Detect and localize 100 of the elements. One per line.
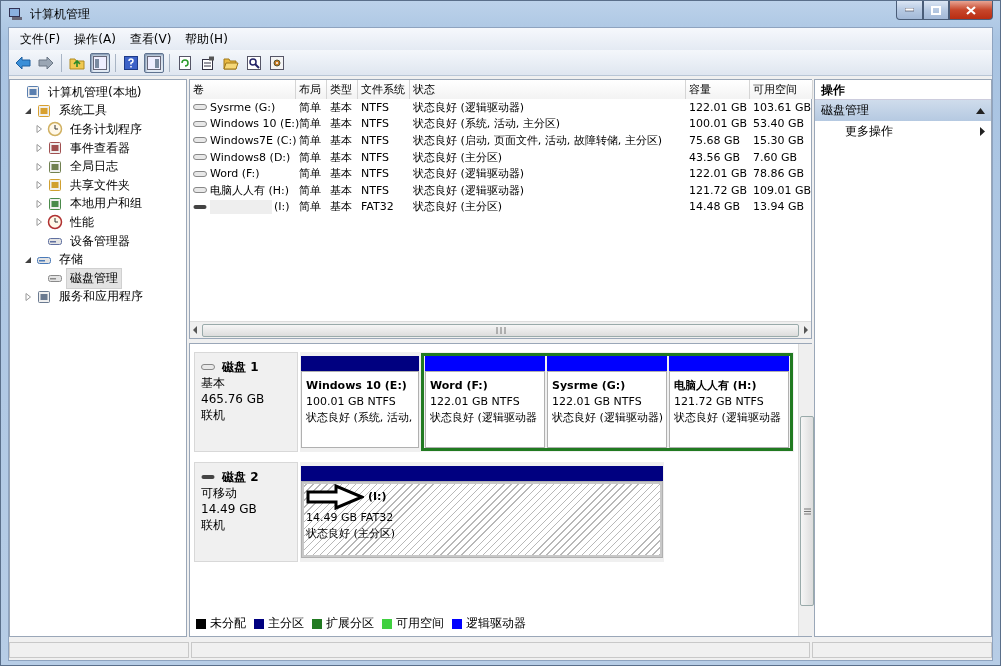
tree-item[interactable]: 服务和应用程序 <box>55 286 147 308</box>
partition-status: 状态良好 (逻辑驱动器) <box>552 410 664 426</box>
table-cell-text: NTFS <box>360 183 391 197</box>
column-header[interactable]: 容量 <box>686 80 750 99</box>
menu-item[interactable]: 操作(A) <box>67 28 123 50</box>
partition-size: 121.72 GB NTFS <box>674 394 764 410</box>
tree-item[interactable]: 磁盘管理 <box>66 267 122 289</box>
action-item[interactable]: 更多操作 <box>815 121 991 141</box>
table-cell: Windows7E (C:) <box>190 134 297 147</box>
table-cell-text: 43.56 GB <box>688 150 742 164</box>
table-cell-text: 15.30 GB <box>752 134 806 147</box>
folder-up-icon <box>69 55 85 70</box>
tree-item[interactable]: 计算机管理(本地) <box>44 81 146 103</box>
scroll-left-icon[interactable] <box>192 326 198 334</box>
action-pane-icon <box>147 55 161 70</box>
window-title: 计算机管理 <box>30 5 90 23</box>
action-section-header[interactable]: 磁盘管理 <box>815 100 991 121</box>
table-cell-text: NTFS <box>360 167 391 181</box>
table-cell-text: 状态良好 (逻辑驱动器) <box>412 182 526 198</box>
back-arrow-icon <box>15 55 31 70</box>
partition-title: 电脑人人有 (H:) <box>674 378 757 394</box>
table-cell-text: 121.72 GB <box>688 183 749 197</box>
table-cell-text: 简单 <box>298 199 322 215</box>
table-cell-text: 103.61 GB <box>752 100 813 114</box>
legend-label: 主分区 <box>268 615 304 632</box>
maximize-icon <box>931 5 941 15</box>
partition-size: 122.01 GB NTFS <box>430 394 520 410</box>
partition-title: Windows 10 (E:) <box>306 378 407 394</box>
disk-name: 磁盘 2 <box>222 469 259 485</box>
disk-type: 基本 <box>201 375 226 391</box>
partition-block[interactable]: (I:) 14.49 GB FAT32 状态良好 (主分区) <box>301 481 663 558</box>
partition-block[interactable]: Word (F:) 122.01 GB NTFS 状态良好 (逻辑驱动器 <box>425 371 545 448</box>
menu-item[interactable]: 文件(F) <box>13 28 68 50</box>
menu-item[interactable]: 帮助(H) <box>178 28 235 50</box>
table-cell-text: 基本 <box>329 116 353 132</box>
table-cell: Sysrme (G:) <box>190 100 276 114</box>
legend-label: 未分配 <box>210 615 246 632</box>
column-header[interactable]: 卷 <box>190 80 296 99</box>
table-cell-text: 122.01 GB <box>688 167 749 181</box>
column-header[interactable]: 状态 <box>410 80 686 99</box>
table-cell-text: 100.01 GB <box>688 117 749 131</box>
table-cell-text: 53.40 GB <box>752 117 806 131</box>
table-cell: Windows 10 (E:) <box>190 117 300 131</box>
partition-size: 122.01 GB NTFS <box>552 394 642 410</box>
partition-block[interactable]: Sysrme (G:) 122.01 GB NTFS 状态良好 (逻辑驱动器) <box>547 371 667 448</box>
partition-size: 14.49 GB FAT32 <box>306 510 394 526</box>
table-cell-text: 状态良好 (逻辑驱动器) <box>412 99 526 115</box>
table-cell-text: 简单 <box>298 182 322 198</box>
search-icon <box>247 55 261 70</box>
tree-item[interactable]: 任务计划程序 <box>66 119 146 140</box>
table-cell-text: 109.01 GB <box>752 183 813 197</box>
disk-name: 磁盘 1 <box>222 359 259 375</box>
close-icon <box>966 5 976 15</box>
table-cell: Windows8 (D:) <box>190 150 291 164</box>
table-cell-text: 基本 <box>329 149 353 165</box>
expanded-triangle-icon[interactable] <box>24 255 32 264</box>
close-button[interactable] <box>949 1 993 20</box>
partition-block[interactable]: 电脑人人有 (H:) 121.72 GB NTFS 状态良好 (逻辑驱动器 <box>669 371 789 448</box>
partition-block[interactable]: Windows 10 (E:) 100.01 GB NTFS 状态良好 (系统, 活动, <box>301 371 419 448</box>
maximize-button[interactable] <box>923 1 949 20</box>
table-cell-text: 基本 <box>329 133 353 148</box>
legend-label: 逻辑驱动器 <box>466 615 526 632</box>
tree-item[interactable]: 事件查看器 <box>66 137 134 159</box>
partition-status: 状态良好 (逻辑驱动器 <box>674 410 781 426</box>
table-cell-text: 简单 <box>298 166 322 182</box>
legend-label: 可用空间 <box>396 615 444 632</box>
table-cell-text: 状态良好 (逻辑驱动器) <box>412 166 526 182</box>
table-cell-text: 简单 <box>298 133 322 148</box>
menu-item[interactable]: 查看(V) <box>122 28 179 50</box>
table-cell-text: 122.01 GB <box>688 100 749 114</box>
column-header[interactable]: 类型 <box>327 80 358 99</box>
partition-title: Sysrme (G:) <box>552 378 626 394</box>
table-cell-text: 状态良好 (主分区) <box>412 149 504 165</box>
column-header[interactable]: 文件系统 <box>358 80 410 99</box>
column-header[interactable]: 可用空间 <box>750 80 813 99</box>
table-cell-text: NTFS <box>360 100 391 114</box>
horizontal-scrollbar[interactable] <box>190 321 811 338</box>
scroll-right-icon[interactable] <box>803 326 809 334</box>
table-cell-text: 简单 <box>298 99 322 115</box>
table-cell-text: 状态良好 (系统, 活动, 主分区) <box>412 116 562 132</box>
table-cell-text: FAT32 <box>360 200 395 214</box>
grip-icon <box>803 507 811 515</box>
table-cell: 电脑人人有 (H:) <box>190 182 290 198</box>
clock-icon <box>47 121 63 138</box>
table-cell-text: 78.86 GB <box>752 167 806 181</box>
tree-item[interactable]: 设备管理器 <box>66 230 134 252</box>
minimize-button[interactable] <box>896 1 923 20</box>
table-cell-text: 状态良好 (主分区) <box>412 199 504 215</box>
submenu-arrow-icon <box>980 126 985 136</box>
partition-size: 100.01 GB NTFS <box>306 394 396 410</box>
partition-title: (I:) <box>368 489 387 505</box>
disk-status: 联机 <box>201 517 226 533</box>
table-cell-text: 14.48 GB <box>688 200 742 214</box>
partition-title: Word (F:) <box>430 378 488 394</box>
expanded-triangle-icon[interactable] <box>24 106 32 115</box>
tree-item[interactable]: 系统工具 <box>55 100 111 122</box>
column-header[interactable]: 布局 <box>296 80 327 99</box>
table-cell-text: NTFS <box>360 117 391 131</box>
forward-arrow-icon <box>38 55 54 70</box>
partition-status: 状态良好 (主分区) <box>306 526 396 542</box>
